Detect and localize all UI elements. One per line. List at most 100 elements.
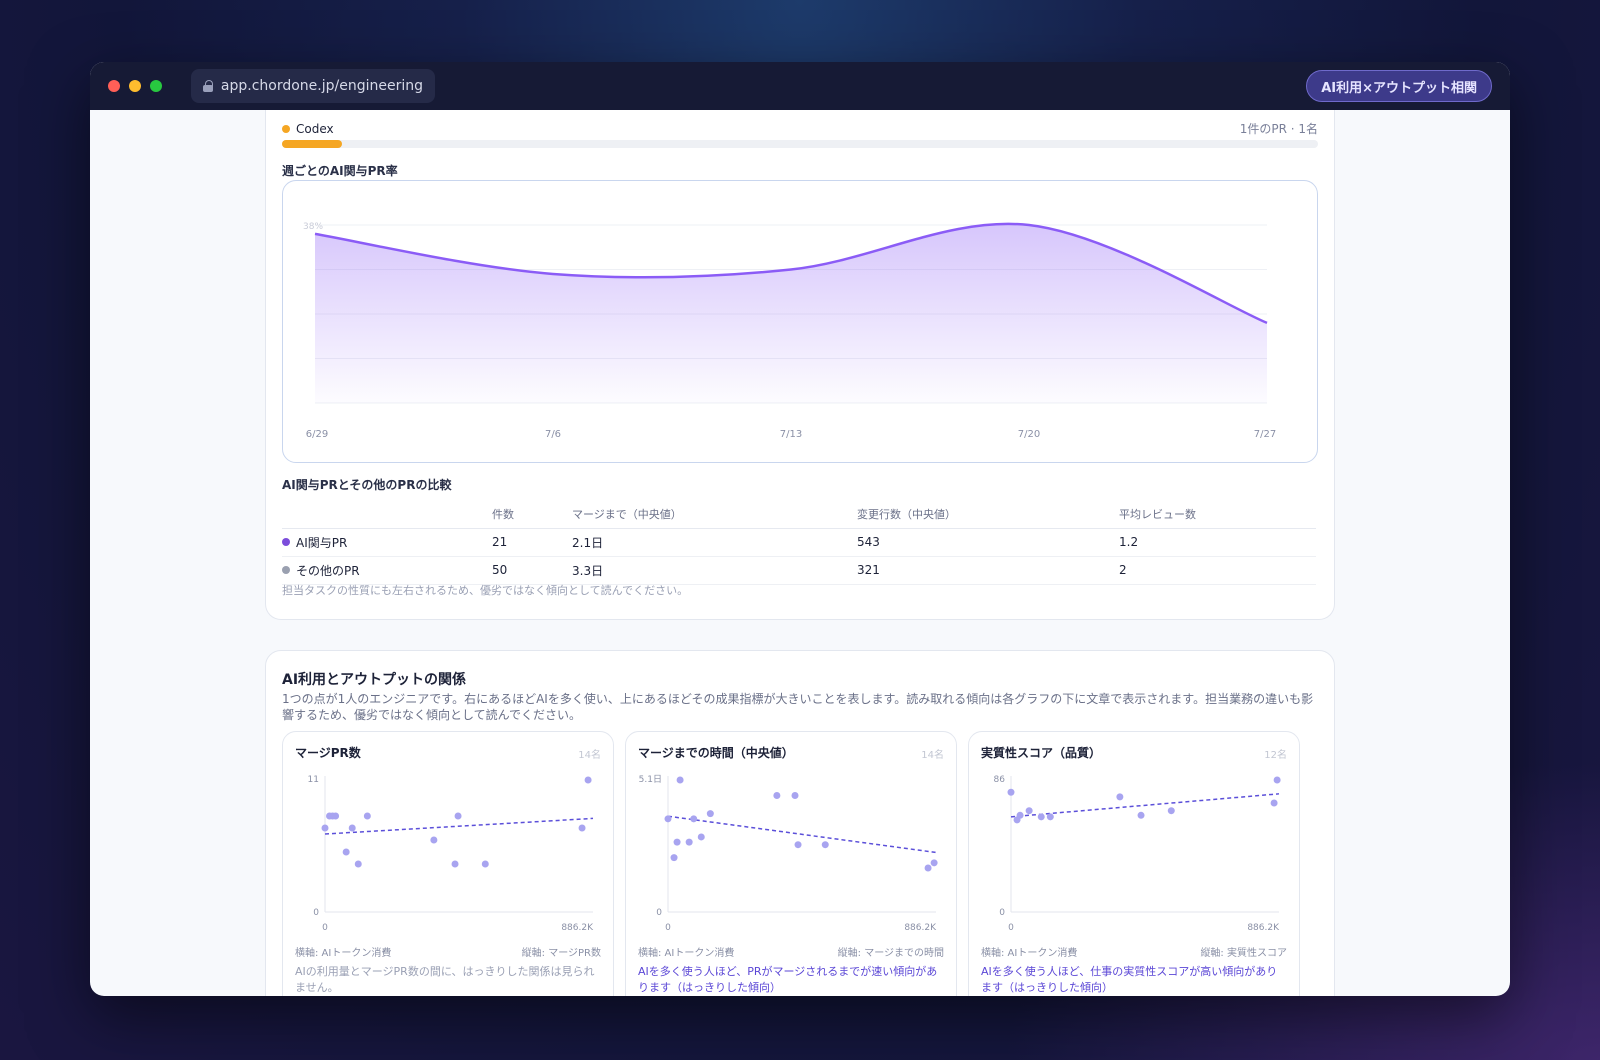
y-tick-label: 86 (994, 775, 1006, 785)
url-text: app.chordone.jp/engineering (220, 78, 423, 94)
cell-count: 50 (492, 556, 572, 585)
scatter-point (676, 776, 684, 784)
scatter-point (1007, 788, 1015, 796)
y-tick-label: 0 (999, 908, 1005, 918)
x-tick-label: 0 (1008, 923, 1014, 933)
x-tick-label: 886.2K (904, 923, 937, 933)
scatter-point (1270, 799, 1278, 807)
scatter-title: 実質性スコア（品質） (981, 746, 1102, 760)
row-label: その他のPR (296, 563, 360, 578)
table-header: 平均レビュー数 (1119, 500, 1316, 529)
cell-reviews: 1.2 (1119, 528, 1316, 557)
ai-pr-card: Codex 1件のPR · 1名 週ごとのAI関与PR率 38% 6/29 7/6 7… (265, 110, 1335, 620)
codex-label: Codex (296, 121, 334, 136)
scatter-point (321, 824, 329, 832)
scatter-point (690, 815, 698, 823)
cell-reviews: 2 (1119, 556, 1316, 585)
scatter-point (454, 812, 462, 820)
codex-row: Codex 1件のPR · 1名 (282, 120, 1318, 137)
cell-lines: 321 (857, 556, 1119, 585)
y-tick-label: 38% (303, 222, 323, 232)
minimize-window-button[interactable] (129, 80, 141, 92)
scatter-conclusion: AIを多く使う人ほど、仕事の実質性スコアが高い傾向があります（はっきりした傾向） (981, 965, 1278, 994)
x-axis-label: 横軸: AIトークン消費 (295, 948, 392, 959)
scatter-point (706, 810, 714, 818)
scatter-point (578, 824, 586, 832)
trend-line (324, 817, 594, 835)
relation-title: AI利用とアウトプットの関係 (282, 672, 467, 688)
address-bar[interactable]: app.chordone.jp/engineering (191, 69, 435, 103)
table-header: 変更行数（中央値） (857, 500, 1119, 529)
x-tick-label: 7/13 (780, 429, 802, 440)
scatter-point (1046, 813, 1054, 821)
codex-progress-fill (282, 140, 343, 148)
codex-dot (282, 124, 290, 133)
cell-lines: 543 (857, 528, 1119, 557)
x-tick-label: 0 (322, 923, 328, 933)
scatter-point (348, 824, 356, 832)
maximize-window-button[interactable] (150, 80, 162, 92)
scatter-card-substance-score: 実質性スコア（品質） 12名 86 0 0 886.2K 横軸: AIトークン消費 縦… (968, 731, 1300, 996)
scatter-point (697, 833, 705, 841)
weekly-chart-title: 週ごとのAI関与PR率 (282, 164, 398, 178)
scatter-point (924, 864, 932, 872)
scatter-point (1167, 807, 1175, 815)
scatter-point (1016, 811, 1024, 819)
scatter-point (794, 841, 802, 849)
y-axis-label: 縦軸: 実質性スコア (1200, 948, 1287, 959)
x-tick-label: 0 (665, 923, 671, 933)
scatter-point (1116, 793, 1124, 801)
close-window-button[interactable] (108, 80, 120, 92)
row-label: AI関与PR (296, 535, 348, 550)
scatter-title: マージPR数 (295, 746, 361, 760)
x-tick-label: 7/20 (1018, 429, 1040, 440)
scatter-plot: 86 00 886.2K (994, 775, 1281, 933)
comparison-table: 件数 マージまで（中央値） 変更行数（中央値） 平均レビュー数 AI関与PR 2… (282, 500, 1316, 585)
y-tick-label: 11 (308, 775, 319, 785)
cell-merge: 2.1日 (572, 528, 857, 557)
scatter-title: マージまでの時間（中央値） (638, 746, 794, 760)
comparison-title: AI関与PRとその他のPRの比較 (282, 478, 452, 492)
row-dot (282, 538, 290, 546)
scatter-card-merge-time: マージまでの時間（中央値） 14名 5.1日 0 0 886.2K 横軸: AIトーク… (625, 731, 957, 996)
scatter-conclusion: AIの利用量とマージPR数の間に、はっきりした関係は見られません。 (295, 965, 595, 994)
scatter-point (821, 841, 829, 849)
scatter-point (791, 792, 799, 800)
y-tick-label: 0 (656, 908, 662, 918)
scatter-card-merge-pr: マージPR数 14名 11 0 0 886.2K 横軸: AIトークン消費 縦軸: マ… (282, 731, 614, 996)
scatter-point (673, 838, 681, 846)
scatter-count: 12名 (1264, 750, 1287, 761)
scatter-plot: 11 00 886.2K (308, 775, 595, 933)
comparison-note: 担当タスクの性質にも左右されるため、優劣ではなく傾向として読んでください。 (282, 584, 689, 597)
scatter-conclusion: AIを多く使う人ほど、PRがマージされるまでが速い傾向があります（はっきりした傾… (638, 965, 938, 994)
codex-stats: 1件のPR · 1名 (1239, 122, 1318, 136)
scatter-count: 14名 (921, 750, 944, 761)
x-tick-label: 886.2K (1247, 923, 1280, 933)
scatter-point (342, 848, 350, 856)
scatter-point (363, 812, 371, 820)
scatter-point (1273, 776, 1281, 784)
x-tick-label: 7/6 (545, 429, 561, 440)
x-tick-label: 6/29 (306, 429, 328, 440)
table-row: AI関与PR 21 2.1日 543 1.2 (282, 528, 1316, 557)
cell-count: 21 (492, 528, 572, 557)
weekly-chart-svg: 38% 6/29 7/6 7/13 7/20 7/27 (303, 222, 1276, 440)
x-tick-label: 886.2K (561, 923, 594, 933)
row-dot (282, 566, 290, 574)
title-bar: app.chordone.jp/engineering AI利用×アウトプット相… (90, 62, 1510, 110)
feature-badge[interactable]: AI利用×アウトプット相関 (1306, 70, 1492, 102)
x-axis-label: 横軸: AIトークン消費 (638, 948, 735, 959)
cell-merge: 3.3日 (572, 556, 857, 585)
trend-line (667, 815, 937, 854)
scatter-point (685, 838, 693, 846)
page-content: Codex 1件のPR · 1名 週ごとのAI関与PR率 38% 6/29 7/6 7… (90, 110, 1510, 996)
table-header (282, 500, 492, 529)
scatter-point (354, 860, 362, 868)
scatter-point (451, 860, 459, 868)
table-header: マージまで（中央値） (572, 500, 857, 529)
scatter-point (664, 815, 672, 823)
scatter-point (430, 836, 438, 844)
x-axis-label: 横軸: AIトークン消費 (981, 948, 1078, 959)
scatter-count: 14名 (578, 750, 601, 761)
trend-line (1010, 793, 1280, 818)
